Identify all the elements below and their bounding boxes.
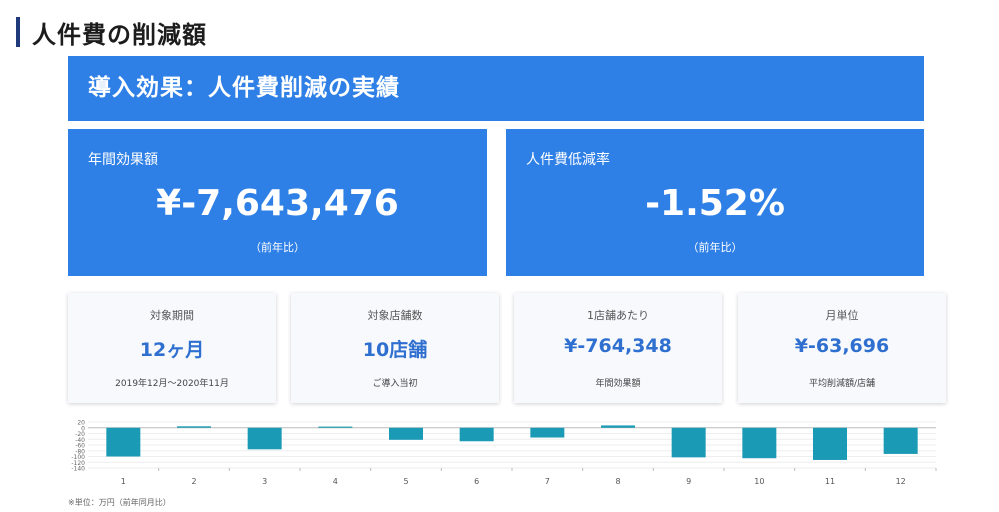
kpi-value: ¥-7,643,476 bbox=[156, 183, 399, 224]
banner-title: 導入効果：人件費削減の実績 bbox=[88, 75, 400, 101]
bar bbox=[742, 427, 777, 459]
bar bbox=[671, 427, 706, 458]
bar bbox=[883, 427, 918, 454]
card-value: 10店舗 bbox=[362, 339, 428, 361]
card-monthly: 月単位 ¥-63,696 平均削減額/店舗 bbox=[738, 293, 946, 403]
card-value: ¥-764,348 bbox=[564, 335, 672, 357]
kpi-note: （前年比） bbox=[687, 241, 743, 254]
card-value: ¥-63,696 bbox=[794, 335, 890, 357]
bar bbox=[247, 427, 282, 450]
card-label: 対象店舗数 bbox=[367, 309, 423, 322]
card-target-period: 対象期間 12ヶ月 2019年12月〜2020年11月 bbox=[68, 293, 276, 403]
card-store-count: 対象店舗数 10店舗 ご導入当初 bbox=[291, 293, 499, 403]
x-tick-label: 5 bbox=[403, 477, 408, 486]
card-note: 2019年12月〜2020年11月 bbox=[115, 379, 229, 389]
card-per-store: 1店舗あたり ¥-764,348 年間効果額 bbox=[514, 293, 722, 403]
kpi-annual-effect: 年間効果額 ¥-7,643,476 （前年比） bbox=[68, 129, 487, 276]
bar bbox=[601, 425, 635, 428]
x-tick-label: 1 bbox=[121, 477, 126, 486]
bar bbox=[177, 426, 211, 428]
page-title: 人件費の削減額 bbox=[32, 21, 207, 49]
x-tick-label: 2 bbox=[191, 477, 196, 486]
x-tick-label: 9 bbox=[686, 477, 691, 486]
bar bbox=[813, 427, 847, 460]
monthly-reduction-chart: 20 0 -20 -40 -60 -80 -100 -120 -140 1 2 3 4 5 6 7 8 9 10 11… bbox=[66, 412, 946, 490]
card-label: 月単位 bbox=[825, 309, 859, 322]
card-note: 平均削減額/店舗 bbox=[808, 379, 876, 389]
kpi-label: 人件費低減率 bbox=[526, 152, 610, 168]
x-tick-label: 6 bbox=[474, 477, 479, 486]
bar bbox=[318, 426, 353, 428]
card-note: ご導入当初 bbox=[372, 379, 418, 389]
kpi-note: （前年比） bbox=[250, 241, 305, 254]
x-tick-label: 7 bbox=[545, 477, 550, 486]
card-note: 年間効果額 bbox=[595, 379, 641, 389]
title-accent-bar bbox=[16, 17, 20, 47]
banner: 導入効果：人件費削減の実績 bbox=[68, 56, 924, 121]
x-tick-label: 4 bbox=[333, 477, 338, 486]
x-tick-label: 11 bbox=[825, 477, 835, 486]
bar bbox=[106, 427, 141, 457]
bar-chart-svg: 200-20-40-60-80-100-120-1401 2 3 4 5 6 7 8 9 10 11… bbox=[71, 420, 937, 486]
y-tick-label: -140 bbox=[71, 466, 85, 473]
x-tick-label: 3 bbox=[262, 477, 267, 486]
x-tick-label: 10 bbox=[754, 477, 764, 486]
bar bbox=[389, 427, 423, 440]
footnote: ※単位：万円（前年同月比） bbox=[68, 498, 171, 507]
bar bbox=[530, 427, 565, 438]
card-value: 12ヶ月 bbox=[139, 339, 205, 361]
kpi-reduction-rate: 人件費低減率 -1.52% （前年比） bbox=[506, 129, 924, 276]
bar bbox=[459, 427, 494, 442]
kpi-label: 年間効果額 bbox=[88, 152, 158, 168]
card-label: 1店舗あたり bbox=[587, 309, 649, 322]
card-label: 対象期間 bbox=[150, 309, 194, 322]
x-tick-label: 12 bbox=[896, 477, 906, 486]
kpi-value: -1.52% bbox=[645, 183, 785, 224]
x-tick-label: 8 bbox=[615, 477, 620, 486]
